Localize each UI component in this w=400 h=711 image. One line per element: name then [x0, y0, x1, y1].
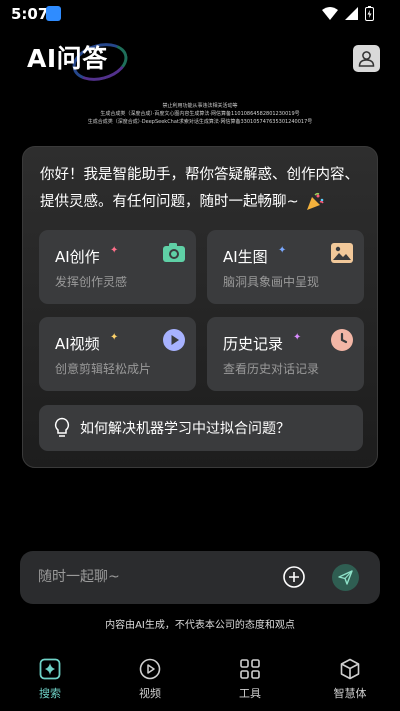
feature-title: AI创作: [55, 248, 100, 266]
filing-line: 生成合成类（深度合成）·DeepSeekChat求索对话生成算法·网信算备330…: [87, 119, 313, 125]
sparkle-icon: ✦: [110, 245, 119, 256]
feature-title: AI视频: [55, 335, 100, 353]
bottom-nav: 搜索 视频 工具 智慧体: [0, 648, 400, 711]
nav-label: 智慧体: [333, 687, 367, 700]
profile-button[interactable]: [353, 45, 380, 72]
signal-icon: [345, 7, 358, 20]
feature-ai-create[interactable]: AI创作 ✦ 发挥创作灵感: [39, 230, 196, 304]
suggestion-text: 如何解决机器学习中过拟合问题？: [80, 421, 290, 437]
feature-subtitle: 查看历史对话记录: [223, 362, 320, 376]
camera-icon: [163, 243, 185, 262]
nav-label: 搜索: [39, 687, 61, 700]
status-bar: 5:07: [0, 0, 400, 28]
feature-subtitle: 创意剪辑轻松成片: [55, 362, 152, 376]
user-icon: [358, 51, 375, 67]
feature-history[interactable]: 历史记录 ✦ 查看历史对话记录: [207, 317, 364, 391]
status-icons: [322, 6, 374, 21]
send-button[interactable]: [332, 564, 359, 591]
chat-input[interactable]: [38, 564, 268, 590]
grid-icon: [240, 659, 260, 679]
add-attachment-button[interactable]: [282, 565, 306, 589]
clock-icon: [331, 329, 353, 351]
sparkle-search-icon: [39, 658, 61, 680]
nav-tools[interactable]: 工具: [220, 658, 280, 701]
sparkle-icon: ✦: [293, 332, 302, 343]
battery-icon: [365, 6, 374, 21]
play-circle-icon: [139, 658, 161, 680]
filing-line: 生成合成类（深度合成）·百度文心图内容生成算法·网信算备110108645828…: [100, 111, 300, 117]
send-icon: [338, 570, 353, 585]
nav-label: 工具: [239, 687, 261, 700]
nav-agents[interactable]: 智慧体: [320, 658, 380, 701]
image-icon: [331, 243, 353, 263]
filing-line: 禁止利用功能从事违法相关活动等: [162, 103, 238, 109]
feature-title: 历史记录: [223, 335, 284, 353]
feature-title: AI生图: [223, 248, 268, 266]
nav-label: 视频: [139, 687, 161, 700]
sparkle-icon: ✦: [278, 245, 287, 256]
chat-input-bar: [20, 551, 380, 604]
page-title: AI问答: [27, 44, 108, 73]
cube-icon: [340, 658, 360, 680]
sparkle-icon: ✦: [110, 332, 119, 343]
wifi-icon: [322, 7, 338, 20]
lightbulb-icon: [54, 417, 70, 437]
suggested-question[interactable]: 如何解决机器学习中过拟合问题？: [39, 405, 363, 451]
feature-subtitle: 脑洞具象画中呈现: [223, 275, 320, 289]
notification-app-icon: [46, 6, 61, 21]
feature-ai-video[interactable]: AI视频 ✦ 创意剪辑轻松成片: [39, 317, 196, 391]
feature-ai-image[interactable]: AI生图 ✦ 脑洞具象画中呈现: [207, 230, 364, 304]
assistant-card: 你好！我是智能助手，帮你答疑解惑、创作内容、提供灵感。有任何问题，随时一起畅聊~…: [22, 146, 378, 468]
party-popper-icon: [306, 192, 324, 210]
status-time: 5:07: [11, 5, 49, 23]
nav-video[interactable]: 视频: [120, 658, 180, 701]
feature-subtitle: 发挥创作灵感: [55, 275, 128, 289]
ai-disclaimer: 内容由AI生成，不代表本公司的态度和观点: [105, 620, 295, 631]
filing-notice: 禁止利用功能从事违法相关活动等 生成合成类（深度合成）·百度文心图内容生成算法·…: [0, 102, 400, 126]
nav-search[interactable]: 搜索: [20, 658, 80, 701]
play-icon: [163, 329, 185, 351]
greeting-text: 你好！我是智能助手，帮你答疑解惑、创作内容、提供灵感。有任何问题，随时一起畅聊~: [40, 162, 365, 216]
